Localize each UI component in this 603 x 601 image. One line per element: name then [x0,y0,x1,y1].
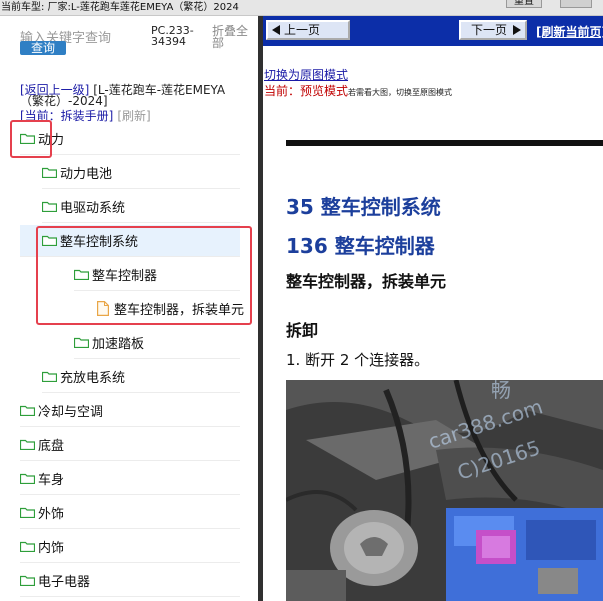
tree-item-body[interactable]: 车身 [20,463,240,495]
refresh-page-link[interactable]: [刷新当前页] [536,23,603,40]
breadcrumb: [返回上一级] [L-莲花跑车-莲花EMEYA（繁花）-2024] [20,84,245,107]
search-button[interactable]: 查询 [20,41,66,55]
arrow-right-icon [513,25,521,35]
tree-item-label: 动力电池 [60,167,113,182]
tree-item-accelerator-pedal[interactable]: 加速踏板 [74,327,240,359]
folder-icon [42,201,57,212]
switch-original-mode-link[interactable]: 切换为原图模式 [264,66,348,83]
folder-icon [20,541,35,552]
car-info-text: 当前车型: 厂家:L-莲花跑车莲花EMEYA（繁花）2024 [1,2,239,13]
tree-item-power-battery[interactable]: 动力电池 [42,157,240,189]
removal-heading: 拆卸 [286,321,319,340]
step-1: 1. 断开 2 个连接器。 [286,351,430,369]
tree-item-label: 充放电系统 [60,371,126,386]
tree-item-chassis[interactable]: 底盘 [20,429,240,461]
tree-item-charging-system[interactable]: 充放电系统 [42,361,240,393]
folder-icon [42,167,57,178]
tree-item-exterior[interactable]: 外饰 [20,497,240,529]
extra-tab[interactable] [560,0,592,8]
collapse-all-button[interactable]: 折叠全部 [212,25,252,49]
tree-item-label: 内饰 [38,541,65,556]
page-nav-bar: 上一页 下一页 [刷新当前页] [263,16,603,46]
reset-tab[interactable]: 重置 [506,0,542,8]
tree-item-label: 加速踏板 [92,337,145,352]
document-icon [97,301,109,316]
arrow-left-icon [272,25,280,35]
tree-item-electrical[interactable]: 电子电器 [20,565,240,597]
folder-open-icon [74,269,89,280]
chapter-heading: 35 整车控制系统 [286,195,441,219]
folder-icon [20,473,35,484]
tree-item-cooling-ac[interactable]: 冷却与空调 [20,395,240,427]
tree-item-label: 整车控制系统 [60,235,139,250]
prev-page-button[interactable]: 上一页 [266,20,350,40]
content-panel: 上一页 下一页 [刷新当前页] 切换为原图模式 当前：预览模式若需看大图，切换至… [263,16,603,601]
refresh-link[interactable]: [刷新] [117,109,150,123]
watermark-text: 畅 [491,380,511,402]
top-status-bar: 当前车型: 厂家:L-莲花跑车莲花EMEYA（繁花）2024 重置 [0,0,603,16]
prev-page-label: 上一页 [284,23,321,37]
tree-item-label: 整车控制器 [92,269,158,284]
folder-icon [20,575,35,586]
current-section: [当前：拆装手册] [刷新] [20,110,151,122]
heading-rule [286,140,603,146]
tree-item-label: 电子电器 [38,575,91,590]
next-page-label: 下一页 [471,23,508,37]
folder-icon [20,439,35,450]
folder-icon [74,337,89,348]
current-label: [当前：拆装手册] [20,109,114,123]
tree-item-interior[interactable]: 内饰 [20,531,240,563]
tree-item-label: 电驱动系统 [60,201,126,216]
tree-item-vehicle-control-system[interactable]: 整车控制系统 [20,225,240,257]
pc-number: PC.233-34394 [151,24,194,48]
tree-item-label: 车身 [38,473,65,488]
next-page-button[interactable]: 下一页 [459,20,527,40]
tree-item-label: 整车控制器，拆装单元 [114,303,245,318]
tree-item-power[interactable]: 动力 [20,123,240,155]
folder-icon [42,371,57,382]
folder-icon [20,405,35,416]
folder-icon [20,507,35,518]
tree-item-label: 动力 [38,133,65,148]
tree-item-electric-drive[interactable]: 电驱动系统 [42,191,240,223]
tree-item-label: 外饰 [38,507,65,522]
mode-current: 当前：预览模式 [264,84,349,98]
controller-illustration [286,380,603,601]
section-heading: 136 整车控制器 [286,234,435,258]
tree-item-vehicle-controller[interactable]: 整车控制器 [74,259,240,291]
tree-item-label: 底盘 [38,439,65,454]
folder-icon [20,133,35,144]
mode-status: 当前：预览模式若需看大图，切换至原图模式 [264,82,452,99]
mode-description: 若需看大图，切换至原图模式 [348,88,453,97]
tree-item-label: 冷却与空调 [38,405,104,420]
tree-item-vehicle-controller-unit[interactable]: 整车控制器，拆装单元 [97,293,247,325]
folder-open-icon [42,235,57,246]
component-photo: 畅 car388.com C)20165 [286,380,603,601]
procedure-title: 整车控制器，拆装单元 [286,272,447,291]
sidebar: 输入关键字查询 查询 PC.233-34394 折叠全部 [返回上一级] [L-… [0,16,258,601]
